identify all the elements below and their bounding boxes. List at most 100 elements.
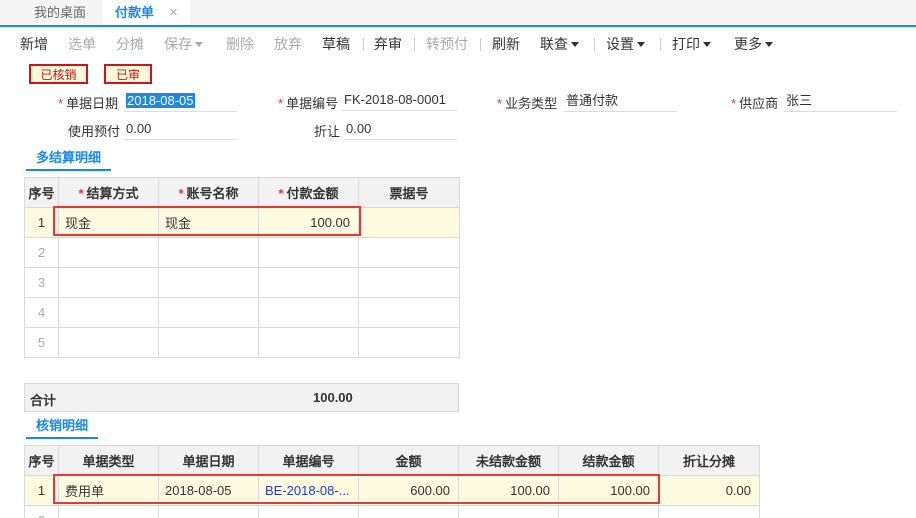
row-index: 1 (24, 475, 59, 506)
col-header-number: 单据编号 (258, 445, 359, 476)
unsettled-cell[interactable]: 100.00 (458, 475, 559, 506)
select-button[interactable]: 选单 (68, 35, 96, 53)
draft-button[interactable]: 草稿 (322, 35, 350, 53)
method-cell[interactable] (58, 327, 159, 358)
bill-cell[interactable] (358, 267, 460, 298)
row-index: 2 (24, 505, 59, 518)
number-field[interactable]: FK-2018-08-0001 (342, 91, 457, 111)
table-row[interactable]: 2 (24, 237, 460, 268)
amount-cell[interactable] (258, 237, 359, 268)
more-dropdown[interactable]: 更多 (734, 35, 773, 53)
account-cell[interactable] (158, 237, 259, 268)
chevron-down-icon (637, 42, 645, 47)
discount-cell[interactable] (658, 505, 760, 518)
amount-cell[interactable]: 600.00 (358, 475, 459, 506)
bill-cell[interactable] (358, 327, 460, 358)
settled-cell[interactable] (558, 505, 659, 518)
col-header-account: * 账号名称 (158, 177, 259, 208)
amount-cell[interactable] (358, 505, 459, 518)
method-cell[interactable]: 现金 (58, 207, 159, 238)
col-header-amount-text: 付款金额 (286, 186, 339, 201)
tab-home[interactable]: 我的桌面 (34, 0, 86, 25)
biztype-label-text: 业务类型 (505, 96, 558, 111)
chevron-down-icon (571, 42, 579, 47)
unaudit-button[interactable]: 弃审 (374, 35, 402, 53)
method-cell[interactable] (58, 297, 159, 328)
bill-number-link[interactable]: BE-2018-08-... (265, 483, 350, 498)
col-header-amount: 金额 (358, 445, 459, 476)
toolbar-divider (660, 38, 661, 51)
discount-cell[interactable]: 0.00 (658, 475, 760, 506)
query-dropdown[interactable]: 联查 (540, 35, 579, 53)
account-cell[interactable] (158, 327, 259, 358)
type-cell[interactable] (58, 505, 159, 518)
print-dropdown[interactable]: 打印 (672, 35, 711, 53)
chevron-down-icon (195, 42, 203, 47)
settlement-totals-row: 合计 100.00 (24, 383, 459, 412)
col-header-date: 单据日期 (158, 445, 259, 476)
refresh-button[interactable]: 刷新 (492, 35, 520, 53)
unsettled-cell[interactable] (458, 505, 559, 518)
amount-cell[interactable] (258, 297, 359, 328)
chevron-down-icon (765, 42, 773, 47)
col-header-unsettled: 未结款金额 (458, 445, 559, 476)
toolbar-divider (594, 38, 595, 51)
amount-cell[interactable] (258, 327, 359, 358)
to-prepay-button[interactable]: 转预付 (426, 35, 468, 53)
more-label: 更多 (734, 36, 762, 52)
settings-dropdown[interactable]: 设置 (606, 35, 645, 53)
discount-field[interactable]: 0.00 (344, 120, 457, 140)
total-amount: 100.00 (313, 390, 353, 405)
col-header-account-text: 账号名称 (186, 186, 239, 201)
biztype-field[interactable]: 普通付款 (564, 92, 677, 112)
col-header-idx: 序号 (24, 177, 59, 208)
number-cell[interactable] (258, 505, 359, 518)
row-index: 3 (24, 267, 59, 298)
table-row[interactable]: 4 (24, 297, 460, 328)
close-icon[interactable]: × (169, 0, 178, 25)
bill-cell[interactable] (358, 237, 460, 268)
settlement-section-title: 多结算明细 (26, 149, 112, 171)
save-button[interactable]: 保存 (164, 35, 203, 53)
row-index: 4 (24, 297, 59, 328)
toolbar: 新增 选单 分摊 保存 删除 放弃 草稿 弃审 转预付 刷新 联查 设置 打印 … (0, 28, 916, 58)
account-cell[interactable]: 现金 (158, 207, 259, 238)
date-label-text: 单据日期 (66, 96, 119, 111)
date-cell[interactable]: 2018-08-05 (158, 475, 259, 506)
row-index: 2 (24, 237, 59, 268)
supplier-field[interactable]: 张三 (784, 92, 897, 112)
prepay-label: 使用预付 (68, 124, 121, 139)
account-cell[interactable] (158, 267, 259, 298)
number-cell[interactable]: BE-2018-08-... (258, 475, 359, 506)
table-row[interactable]: 1 现金 现金 100.00 (24, 207, 460, 238)
new-button[interactable]: 新增 (20, 35, 48, 53)
prepay-field[interactable]: 0.00 (124, 120, 237, 140)
split-button[interactable]: 分摊 (116, 35, 144, 53)
bill-cell[interactable] (358, 297, 460, 328)
method-cell[interactable] (58, 237, 159, 268)
date-cell[interactable] (158, 505, 259, 518)
type-cell[interactable]: 费用单 (58, 475, 159, 506)
print-label: 打印 (672, 36, 700, 52)
method-cell[interactable] (58, 267, 159, 298)
settled-cell[interactable]: 100.00 (558, 475, 659, 506)
abandon-button[interactable]: 放弃 (274, 35, 302, 53)
table-row[interactable]: 1 费用单 2018-08-05 BE-2018-08-... 600.00 1… (24, 475, 760, 506)
col-header-settled: 结款金额 (558, 445, 659, 476)
row-index: 5 (24, 327, 59, 358)
toolbar-divider (414, 38, 415, 51)
table-row[interactable]: 3 (24, 267, 460, 298)
settings-label: 设置 (606, 36, 634, 52)
tab-payment-order[interactable]: 付款单 × (103, 0, 190, 25)
account-cell[interactable] (158, 297, 259, 328)
amount-cell[interactable]: 100.00 (258, 207, 359, 238)
table-row[interactable]: 2 (24, 505, 760, 518)
tab-bar: 我的桌面 付款单 × (0, 0, 916, 27)
supplier-label: * 供应商 (731, 96, 779, 111)
date-field[interactable]: 2018-08-05 (124, 92, 237, 112)
amount-cell[interactable] (258, 267, 359, 298)
table-row[interactable]: 5 (24, 327, 460, 358)
delete-button[interactable]: 删除 (226, 35, 254, 53)
toolbar-divider (480, 38, 481, 51)
bill-cell[interactable] (358, 207, 460, 238)
